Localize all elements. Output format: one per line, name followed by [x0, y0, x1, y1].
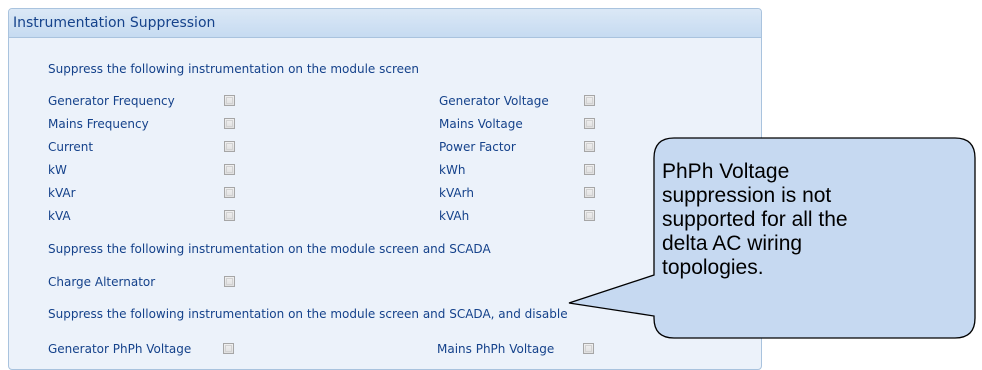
callout-line: topologies.: [662, 256, 764, 279]
callout-line: supported for all the: [662, 208, 848, 231]
callout-text: PhPh Voltage suppression is not supporte…: [662, 160, 952, 280]
callout-line: PhPh Voltage: [662, 160, 790, 183]
callout-line: suppression is not: [662, 184, 832, 207]
callout-line: delta AC wiring: [662, 232, 803, 255]
